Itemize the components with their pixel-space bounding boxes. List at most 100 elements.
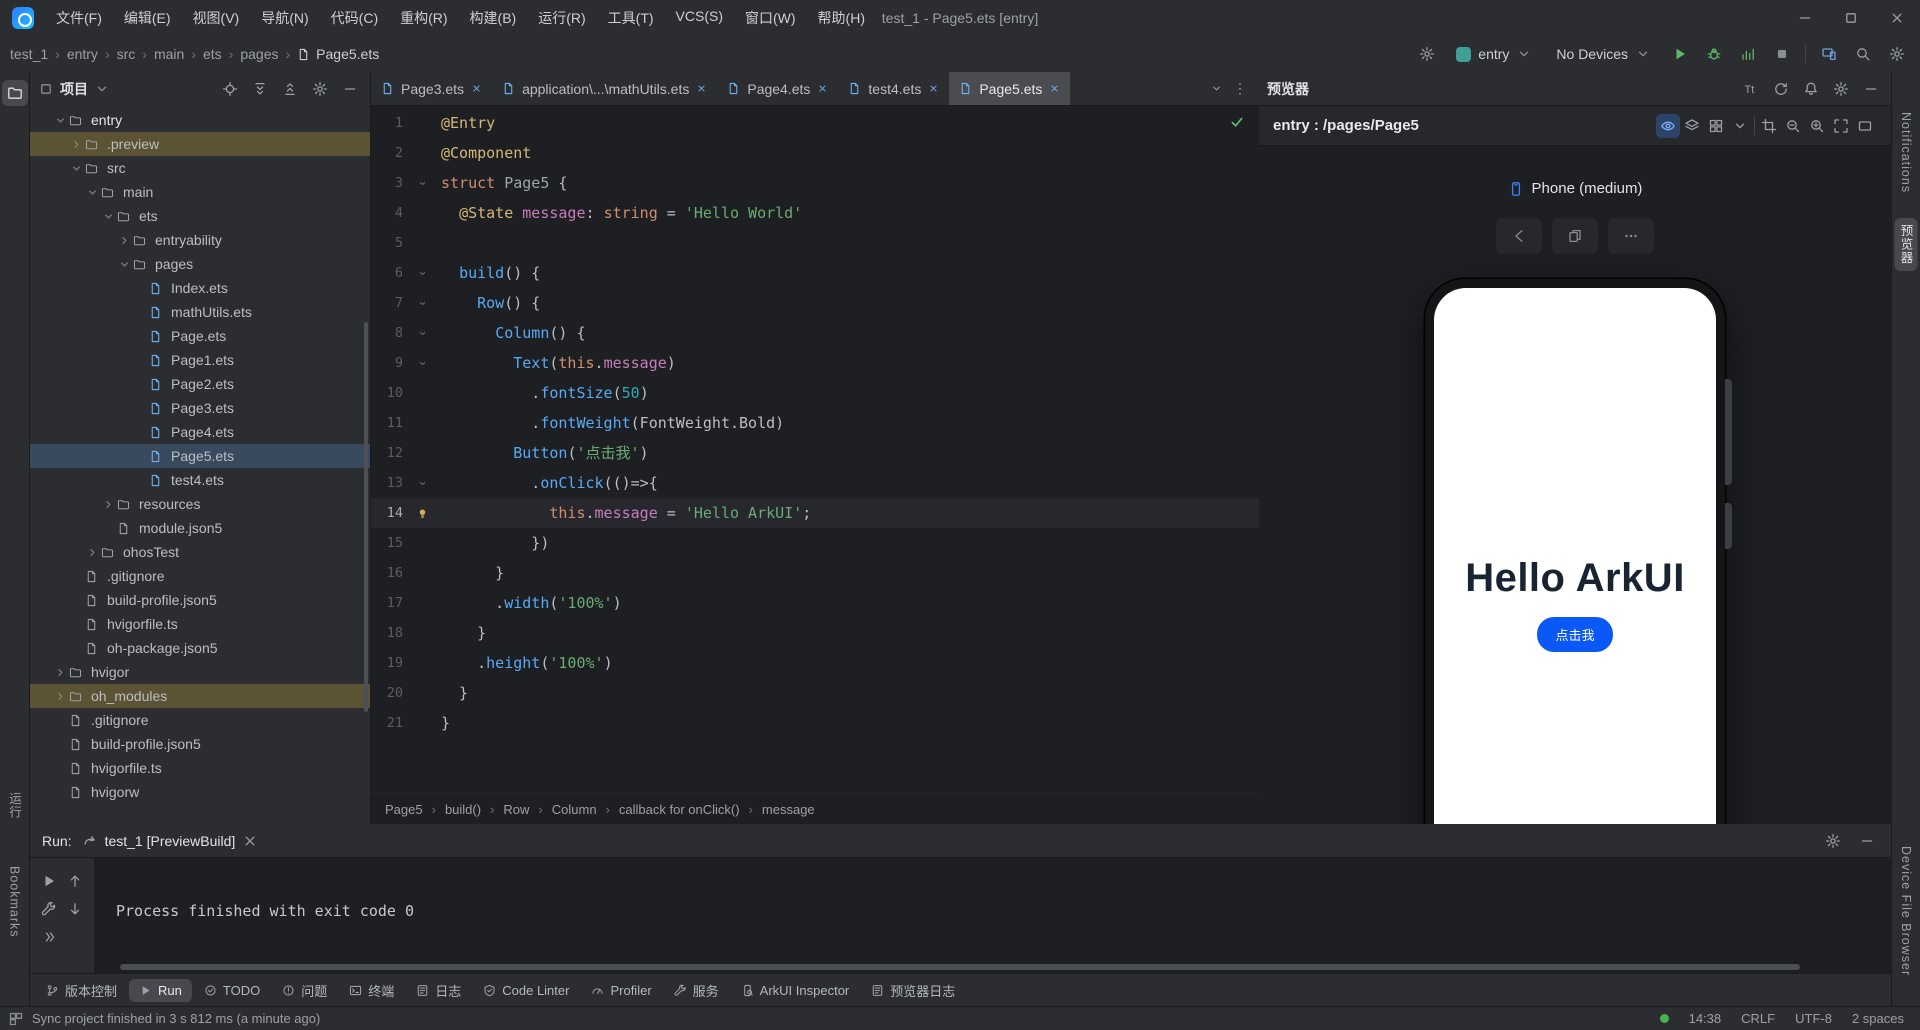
device-selector[interactable]: No Devices: [1548, 43, 1659, 65]
preview-click-button[interactable]: 点击我: [1537, 617, 1613, 652]
close-button[interactable]: [1874, 0, 1920, 36]
nav-recents-button[interactable]: [1552, 218, 1598, 254]
frame-button[interactable]: [1757, 114, 1781, 138]
breadcrumb-item[interactable]: entry: [67, 46, 98, 62]
breadcrumb-item[interactable]: test_1: [10, 46, 48, 62]
tree-chevron-icon[interactable]: [52, 666, 69, 679]
close-icon[interactable]: [471, 83, 482, 94]
tree-item-mathUtils.ets[interactable]: mathUtils.ets: [30, 300, 370, 324]
run-button[interactable]: [1667, 41, 1693, 67]
tree-item-pages[interactable]: pages: [30, 252, 370, 276]
scroll-up-button[interactable]: [63, 868, 87, 894]
intention-bulb-icon[interactable]: [403, 507, 441, 520]
menu-item-5[interactable]: 重构(R): [390, 4, 457, 32]
bottombar-item-1[interactable]: Run: [129, 978, 192, 1002]
editor-breadcrumb-item[interactable]: callback for onClick(): [619, 802, 740, 817]
run-options-button[interactable]: [1821, 829, 1845, 853]
breadcrumb-item[interactable]: src: [117, 46, 136, 62]
collapse-all-button[interactable]: [278, 77, 302, 101]
bottombar-item-7[interactable]: Profiler: [581, 979, 661, 1002]
expand-all-button[interactable]: [248, 77, 272, 101]
tree-chevron-icon[interactable]: [52, 114, 69, 127]
code-editor[interactable]: 1 @Entry 2 @Component 3 struct Page5 {4 @Stat…: [371, 106, 1259, 793]
tree-item-oh_modules[interactable]: oh_modules: [30, 684, 370, 708]
status-right-item-3[interactable]: 2 spaces: [1852, 1011, 1904, 1026]
run-config-gear-button[interactable]: [1414, 41, 1440, 67]
editor-tab-2[interactable]: Page4.ets: [717, 72, 838, 105]
close-icon[interactable]: [696, 83, 707, 94]
tree-item-.gitignore[interactable]: .gitignore: [30, 708, 370, 732]
editor-tab-3[interactable]: test4.ets: [838, 72, 949, 105]
orientation-button[interactable]: [1853, 114, 1877, 138]
tree-item-hvigor[interactable]: hvigor: [30, 660, 370, 684]
maximize-button[interactable]: [1828, 0, 1874, 36]
bottombar-item-3[interactable]: 问题: [272, 977, 337, 1004]
tree-item-resources[interactable]: resources: [30, 492, 370, 516]
preview-settings-button[interactable]: [1829, 77, 1853, 101]
tree-item-build-profile.json5[interactable]: build-profile.json5: [30, 732, 370, 756]
fit-screen-button[interactable]: [1829, 114, 1853, 138]
breadcrumb-item[interactable]: pages: [240, 46, 278, 62]
tree-item-src[interactable]: src: [30, 156, 370, 180]
bottombar-item-9[interactable]: ArkUI Inspector: [731, 979, 860, 1002]
tree-item-.gitignore[interactable]: .gitignore: [30, 564, 370, 588]
tree-item-Index.ets[interactable]: Index.ets: [30, 276, 370, 300]
editor-breadcrumb-item[interactable]: Row: [503, 802, 529, 817]
project-toolwindow-button[interactable]: [1, 80, 28, 106]
tree-chevron-icon[interactable]: [52, 690, 69, 703]
breadcrumb-item[interactable]: main: [154, 46, 184, 62]
menu-item-11[interactable]: 帮助(H): [808, 4, 875, 32]
more-options-button[interactable]: ⋮: [1233, 80, 1247, 97]
menu-item-7[interactable]: 运行(R): [528, 4, 595, 32]
bottombar-item-2[interactable]: TODO: [194, 979, 270, 1002]
bottombar-item-8[interactable]: 服务: [664, 977, 729, 1004]
tree-chevron-icon[interactable]: [68, 162, 85, 175]
zoom-out-button[interactable]: [1781, 114, 1805, 138]
nav-more-button[interactable]: [1608, 218, 1654, 254]
close-icon[interactable]: [242, 833, 258, 849]
hide-run-panel-button[interactable]: [1855, 829, 1879, 853]
breadcrumb-item[interactable]: ets: [203, 46, 222, 62]
bookmarks-toolwindow-tab[interactable]: Bookmarks: [6, 860, 24, 944]
tree-chevron-icon[interactable]: [84, 546, 101, 559]
tree-item-hvigorw[interactable]: hvigorw: [30, 780, 370, 804]
tree-item-ohosTest[interactable]: ohosTest: [30, 540, 370, 564]
search-everywhere-button[interactable]: [1850, 41, 1876, 67]
tree-item-entry[interactable]: entry: [30, 108, 370, 132]
menu-item-3[interactable]: 导航(N): [251, 4, 318, 32]
tree-item-Page4.ets[interactable]: Page4.ets: [30, 420, 370, 444]
tree-item-build-profile.json5[interactable]: build-profile.json5: [30, 588, 370, 612]
refresh-preview-button[interactable]: [1769, 77, 1793, 101]
panel-options-button[interactable]: [308, 77, 332, 101]
tree-item-Page5.ets[interactable]: Page5.ets: [30, 444, 370, 468]
close-icon[interactable]: [817, 83, 828, 94]
fold-icon[interactable]: [403, 298, 441, 309]
tree-item-entryability[interactable]: entryability: [30, 228, 370, 252]
tree-chevron-icon[interactable]: [100, 210, 117, 223]
menu-item-1[interactable]: 编辑(E): [114, 4, 181, 32]
nav-back-button[interactable]: [1496, 218, 1542, 254]
menu-item-9[interactable]: VCS(S): [666, 4, 733, 32]
build-settings-button[interactable]: [37, 896, 61, 922]
zoom-in-button[interactable]: [1805, 114, 1829, 138]
tree-item-.preview[interactable]: .preview: [30, 132, 370, 156]
tree-item-hvigorfile.ts[interactable]: hvigorfile.ts: [30, 612, 370, 636]
tree-item-hvigorfile.ts[interactable]: hvigorfile.ts: [30, 756, 370, 780]
tree-item-test4.ets[interactable]: test4.ets: [30, 468, 370, 492]
tree-item-Page1.ets[interactable]: Page1.ets: [30, 348, 370, 372]
fold-icon[interactable]: [403, 178, 441, 189]
editor-breadcrumb-item[interactable]: build(): [445, 802, 481, 817]
settings-button[interactable]: [1884, 41, 1910, 67]
close-icon[interactable]: [928, 83, 939, 94]
tree-item-Page3.ets[interactable]: Page3.ets: [30, 396, 370, 420]
tab-list-button[interactable]: [1210, 82, 1223, 95]
fold-icon[interactable]: [403, 328, 441, 339]
menu-item-8[interactable]: 工具(T): [598, 4, 664, 32]
bottombar-item-4[interactable]: 终端: [339, 977, 404, 1004]
previewer-toolwindow-tab[interactable]: 预览器: [1894, 218, 1918, 271]
fold-icon[interactable]: [403, 478, 441, 489]
minimize-button[interactable]: [1782, 0, 1828, 36]
bottombar-item-6[interactable]: Code Linter: [473, 979, 579, 1002]
editor-breadcrumb-item[interactable]: Page5: [385, 802, 423, 817]
bottombar-item-0[interactable]: 版本控制: [36, 977, 127, 1004]
